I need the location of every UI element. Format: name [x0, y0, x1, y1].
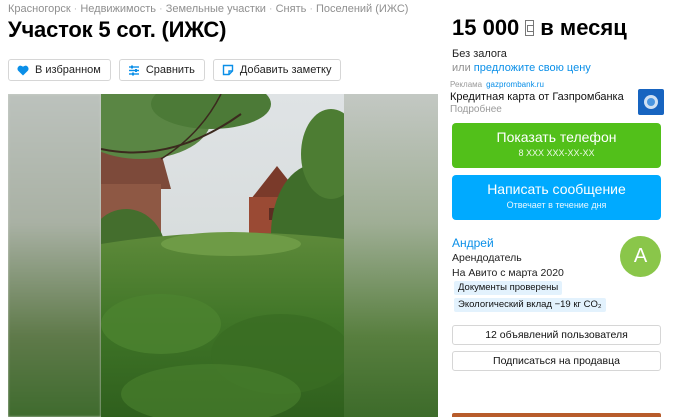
land-plot-image [101, 94, 344, 417]
note-icon [222, 64, 234, 76]
heart-icon [17, 65, 29, 75]
compare-icon [128, 65, 139, 75]
phone-mask: 8 XXX XXX-XX-XX [518, 148, 595, 158]
breadcrumb-item[interactable]: Поселений (ИЖС) [316, 3, 408, 15]
compare-button[interactable]: Сравнить [118, 59, 205, 81]
listing-photo[interactable] [101, 94, 344, 417]
gallery-blur-right [344, 94, 438, 417]
show-phone-label: Показать телефон [496, 129, 617, 145]
breadcrumb-separator: · [159, 3, 163, 15]
favorite-button[interactable]: В избранном [8, 59, 111, 81]
gallery-blur-left [8, 94, 101, 417]
page-title: Участок 5 сот. (ИЖС) [8, 17, 227, 42]
breadcrumb-separator: · [73, 3, 78, 15]
add-note-label: Добавить заметку [239, 64, 332, 76]
suggest-price: или предложите свою цену [452, 62, 591, 74]
subscribe-seller-button[interactable]: Подписаться на продавца [452, 351, 661, 371]
avatar[interactable]: А [620, 236, 661, 277]
ad-domain: gazprombank.ru [486, 80, 544, 89]
show-phone-button[interactable]: Показать телефон 8 XXX XXX-XX-XX [452, 123, 661, 168]
ad-more-link[interactable]: Подробнее [450, 104, 502, 115]
breadcrumb-item[interactable]: Земельные участки [166, 3, 266, 15]
deposit-info: Без залога [452, 48, 507, 60]
compare-label: Сравнить [145, 64, 195, 76]
price: 15 000 в месяц [452, 15, 627, 41]
gazprombank-logo-icon [638, 89, 664, 115]
seller-since: На Авито с марта 2020 [452, 267, 564, 279]
ruble-icon [525, 20, 535, 36]
write-message-label: Написать сообщение [487, 181, 626, 197]
suggest-price-link[interactable]: предложите свою цену [474, 62, 591, 74]
ad-banner[interactable]: Реклама gazprombank.ru Кредитная карта от… [450, 79, 664, 116]
documents-verified-badge: Документы проверены [454, 281, 563, 295]
ad-title[interactable]: Кредитная карта от Газпромбанка [450, 91, 624, 103]
write-message-button[interactable]: Написать сообщение Отвечает в течение дн… [452, 175, 661, 220]
breadcrumb-separator: · [309, 3, 314, 15]
seller-name[interactable]: Андрей [452, 236, 564, 250]
favorite-label: В избранном [35, 64, 101, 76]
breadcrumb-item[interactable]: Красногорск [8, 3, 71, 15]
price-period: в месяц [540, 15, 627, 40]
seller-info: Андрей Арендодатель На Авито с марта 202… [452, 236, 564, 279]
price-amount: 15 000 [452, 15, 520, 40]
user-ads-button[interactable]: 12 объявлений пользователя [452, 325, 661, 345]
ad-label: Реклама gazprombank.ru [450, 80, 544, 89]
breadcrumb-item[interactable]: Недвижимость [80, 3, 156, 15]
seller-role: Арендодатель [452, 252, 522, 264]
ad-label-text: Реклама [450, 80, 483, 89]
breadcrumb-item[interactable]: Снять [276, 3, 307, 15]
photo-gallery[interactable] [8, 94, 438, 417]
eco-contribution-badge[interactable]: Экологический вклад −19 кг CO₂ [454, 298, 606, 312]
bottom-banner-edge [452, 413, 661, 417]
listing-actions: В избранном Сравнить Добавить заметку [8, 59, 342, 81]
breadcrumb: Красногорск · Недвижимость · Земельные участ… [8, 3, 408, 15]
suggest-prefix: или [452, 62, 471, 74]
add-note-button[interactable]: Добавить заметку [212, 59, 342, 81]
response-time: Отвечает в течение дня [506, 200, 607, 210]
breadcrumb-separator: · [268, 3, 273, 15]
